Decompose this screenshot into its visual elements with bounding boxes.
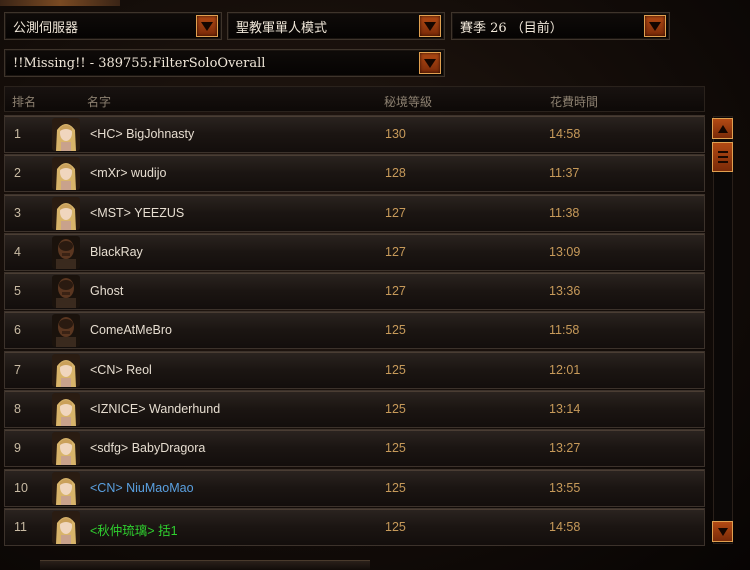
level-cell: 127 — [385, 284, 406, 299]
time-cell: 11:58 — [549, 323, 580, 338]
player-name[interactable]: <CN> NiuMaoMao — [90, 481, 194, 495]
table-row[interactable]: 6 ComeAtMeBro 125 11:58 — [4, 311, 705, 350]
mode-dropdown[interactable]: 聖教軍單人模式 — [227, 12, 445, 40]
chevron-down-icon[interactable] — [419, 15, 441, 37]
time-cell: 11:37 — [549, 166, 580, 181]
board-dropdown-label: !!Missing!! - 389755:FilterSoloOverall — [13, 55, 266, 71]
player-name[interactable]: <MST> YEEZUS — [90, 206, 184, 220]
player-name[interactable]: ComeAtMeBro — [90, 323, 172, 337]
arrow-up-icon[interactable] — [712, 118, 733, 139]
column-header-rank: 排名 — [12, 95, 37, 109]
portrait-icon — [52, 432, 80, 466]
rank-cell: 9 — [14, 441, 21, 456]
player-name[interactable]: BlackRay — [90, 245, 143, 259]
level-cell: 125 — [385, 323, 406, 338]
table-row[interactable]: 11 <秋仲琉璃> 括1 125 14:58 — [4, 507, 705, 546]
level-cell: 130 — [385, 127, 406, 141]
time-cell: 13:36 — [549, 284, 581, 299]
table-row[interactable]: 1 <HC> BigJohnasty 130 14:58 — [4, 115, 705, 153]
rank-cell: 2 — [14, 166, 21, 181]
scrollbar-thumb[interactable] — [712, 142, 733, 172]
column-header-name: 名字 — [87, 95, 112, 109]
arrow-down-icon[interactable] — [712, 521, 733, 542]
portrait-icon — [52, 353, 80, 387]
level-cell: 125 — [385, 402, 406, 417]
rank-cell: 8 — [14, 402, 21, 417]
player-name[interactable]: Ghost — [90, 284, 123, 298]
level-cell: 125 — [385, 441, 406, 456]
chevron-down-icon[interactable] — [644, 15, 666, 37]
rank-cell: 11 — [14, 519, 27, 534]
leaderboard-list: 1 <HC> BigJohnasty 130 14:58 2 <mXr> wudijo 12… — [4, 115, 705, 547]
season-dropdown[interactable]: 賽季 26 （目前） — [451, 12, 670, 40]
server-dropdown-label: 公測伺服器 — [13, 20, 79, 36]
rank-cell: 1 — [14, 127, 21, 141]
column-header-time: 花費時間 — [550, 95, 599, 109]
portrait-icon — [52, 393, 80, 427]
portrait-icon — [52, 157, 80, 191]
rank-cell: 7 — [14, 362, 21, 377]
table-row[interactable]: 4 BlackRay 127 13:09 — [4, 232, 705, 271]
portrait-icon — [52, 196, 80, 230]
chevron-down-icon[interactable] — [196, 15, 218, 37]
table-row[interactable]: 2 <mXr> wudijo 128 11:37 — [4, 154, 705, 193]
time-cell: 12:01 — [549, 362, 581, 377]
rank-cell: 4 — [14, 244, 21, 259]
level-cell: 128 — [385, 166, 406, 181]
level-cell: 127 — [385, 205, 406, 220]
time-cell: 13:55 — [549, 480, 581, 495]
scrollbar-track[interactable] — [713, 116, 733, 544]
bottom-ornament — [40, 560, 370, 570]
board-dropdown[interactable]: !!Missing!! - 389755:FilterSoloOverall — [4, 49, 445, 77]
table-row[interactable]: 3 <MST> YEEZUS 127 11:38 — [4, 193, 705, 232]
top-ornament — [0, 0, 120, 6]
portrait-icon — [52, 118, 80, 151]
column-header-level: 秘境等級 — [384, 95, 433, 109]
chevron-down-icon[interactable] — [419, 52, 441, 74]
level-cell: 125 — [385, 480, 406, 495]
portrait-icon — [52, 471, 80, 505]
mode-dropdown-label: 聖教軍單人模式 — [236, 20, 328, 36]
portrait-icon — [52, 235, 80, 269]
level-cell: 125 — [385, 362, 406, 377]
time-cell: 14:58 — [549, 127, 581, 141]
server-dropdown[interactable]: 公測伺服器 — [4, 12, 222, 40]
portrait-icon — [52, 275, 80, 309]
player-name[interactable]: <HC> BigJohnasty — [90, 127, 194, 141]
rank-cell: 5 — [14, 284, 21, 299]
level-cell: 125 — [385, 519, 406, 534]
rank-cell: 3 — [14, 205, 21, 220]
time-cell: 11:38 — [549, 205, 580, 220]
rank-cell: 6 — [14, 323, 21, 338]
time-cell: 13:14 — [549, 402, 581, 417]
table-row[interactable]: 9 <sdfg> BabyDragora 125 13:27 — [4, 429, 705, 468]
table-row[interactable]: 8 <IZNICE> Wanderhund 125 13:14 — [4, 390, 705, 429]
table-row[interactable]: 5 Ghost 127 13:36 — [4, 272, 705, 311]
table-row[interactable]: 10 <CN> NiuMaoMao 125 13:55 — [4, 468, 705, 507]
player-name[interactable]: <IZNICE> Wanderhund — [90, 402, 220, 416]
time-cell: 13:27 — [549, 441, 581, 456]
rank-cell: 10 — [14, 480, 28, 495]
table-row[interactable]: 7 <CN> Reol 125 12:01 — [4, 350, 705, 389]
player-name[interactable]: <秋仲琉璃> 括1 — [90, 520, 178, 539]
table-header: 排名 名字 秘境等級 花費時間 — [4, 86, 705, 112]
time-cell: 13:09 — [549, 244, 581, 259]
time-cell: 14:58 — [549, 519, 581, 534]
season-dropdown-label: 賽季 26 （目前） — [460, 20, 563, 36]
portrait-icon — [52, 510, 80, 544]
player-name[interactable]: <mXr> wudijo — [90, 166, 166, 180]
level-cell: 127 — [385, 244, 406, 259]
player-name[interactable]: <CN> Reol — [90, 363, 152, 377]
portrait-icon — [52, 314, 80, 348]
player-name[interactable]: <sdfg> BabyDragora — [90, 441, 205, 455]
